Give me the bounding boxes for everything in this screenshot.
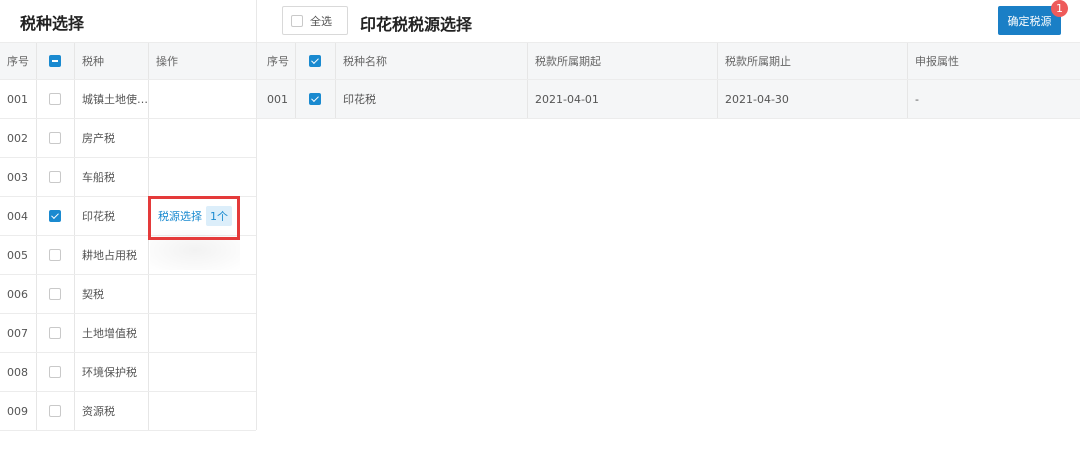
col-operation: 操作 [156, 55, 178, 68]
table-row[interactable]: 009 资源税 [0, 392, 256, 431]
row-checkbox[interactable] [49, 93, 61, 105]
col-tax-name: 税种名称 [343, 55, 387, 68]
table-row[interactable]: 008 环境保护税 [0, 353, 256, 392]
row-declare-attr: - [915, 92, 919, 106]
row-checkbox[interactable] [49, 132, 61, 144]
row-index: 001 [7, 92, 28, 106]
row-checkbox-cell [36, 314, 74, 352]
row-operation [149, 392, 256, 430]
col-period-end: 税款所属期止 [725, 55, 791, 68]
header-select-checkbox[interactable] [309, 55, 321, 67]
row-checkbox[interactable] [49, 171, 61, 183]
row-checkbox[interactable] [49, 366, 61, 378]
table-row[interactable]: 001 城镇土地使… [0, 80, 256, 119]
table-row[interactable]: 006 契税 [0, 275, 256, 314]
row-checkbox-cell [36, 119, 74, 157]
row-operation [149, 314, 256, 352]
row-tax-type: 房产税 [82, 132, 115, 145]
row-period-end: 2021-04-30 [725, 92, 789, 106]
row-tax-type: 城镇土地使… [82, 93, 148, 106]
table-row[interactable]: 003 车船税 [0, 158, 256, 197]
tax-type-panel: 税种选择 序号 税种 操作 001 城镇土地使… 002 房产税 003 车船税 004 印花… [0, 0, 256, 464]
confirm-count-badge: 1 [1051, 0, 1068, 17]
row-index: 003 [7, 170, 28, 184]
row-operation [149, 119, 256, 157]
row-operation [149, 353, 256, 391]
row-checkbox-cell [36, 392, 74, 430]
row-index: 004 [7, 209, 28, 223]
row-tax-type: 土地增值税 [82, 327, 137, 340]
row-tax-type: 资源税 [82, 405, 115, 418]
row-checkbox-cell [36, 236, 74, 274]
table-row[interactable]: 007 土地增值税 [0, 314, 256, 353]
row-checkbox[interactable] [49, 327, 61, 339]
row-checkbox[interactable] [49, 288, 61, 300]
tax-type-panel-title: 税种选择 [20, 14, 85, 33]
row-tax-type: 耕地占用税 [82, 249, 137, 262]
col-period-start: 税款所属期起 [535, 55, 601, 68]
row-checkbox-cell [36, 197, 74, 235]
row-tax-type: 印花税 [82, 210, 115, 223]
tax-source-panel: 全选 印花税税源选择 确定税源 1 序号 税种名称 税款所属期起 税款所属期止 … [257, 0, 1080, 464]
row-operation [149, 80, 256, 118]
row-checkbox-cell [36, 158, 74, 196]
row-index: 001 [267, 92, 288, 106]
tax-source-table-header: 序号 税种名称 税款所属期起 税款所属期止 申报属性 [257, 42, 1080, 80]
select-all-label: 全选 [310, 14, 332, 28]
row-operation [149, 236, 256, 274]
col-tax-type: 税种 [82, 55, 104, 68]
row-index: 008 [7, 365, 28, 379]
row-checkbox[interactable] [309, 93, 321, 105]
row-checkbox[interactable] [49, 210, 61, 222]
row-operation [149, 275, 256, 313]
row-checkbox[interactable] [49, 249, 61, 261]
row-checkbox-cell [36, 80, 74, 118]
select-all-button[interactable]: 全选 [282, 6, 348, 35]
annotation-highlight-box [148, 196, 240, 240]
header-select-checkbox[interactable] [49, 55, 61, 67]
row-tax-name: 印花税 [343, 93, 376, 106]
row-index: 009 [7, 404, 28, 418]
row-tax-type: 环境保护税 [82, 366, 137, 379]
table-row[interactable]: 005 耕地占用税 [0, 236, 256, 275]
table-row[interactable]: 001 印花税 2021-04-01 2021-04-30 - [257, 80, 1080, 119]
select-all-checkbox[interactable] [291, 14, 303, 27]
col-declare-attr: 申报属性 [915, 55, 959, 68]
tax-source-panel-title: 印花税税源选择 [360, 15, 473, 34]
row-tax-type: 车船税 [82, 171, 115, 184]
header-checkbox-cell [36, 43, 74, 79]
col-index: 序号 [267, 55, 289, 68]
row-index: 006 [7, 287, 28, 301]
row-checkbox-cell [36, 353, 74, 391]
header-checkbox-cell [295, 43, 335, 79]
table-row[interactable]: 002 房产税 [0, 119, 256, 158]
row-index: 005 [7, 248, 28, 262]
row-index: 007 [7, 326, 28, 340]
row-index: 002 [7, 131, 28, 145]
row-operation [149, 158, 256, 196]
col-index: 序号 [7, 55, 29, 68]
row-checkbox[interactable] [49, 405, 61, 417]
row-checkbox-cell [36, 275, 74, 313]
row-tax-type: 契税 [82, 288, 104, 301]
row-period-start: 2021-04-01 [535, 92, 599, 106]
row-checkbox-cell [295, 80, 335, 118]
tax-type-table-header: 序号 税种 操作 [0, 42, 256, 80]
